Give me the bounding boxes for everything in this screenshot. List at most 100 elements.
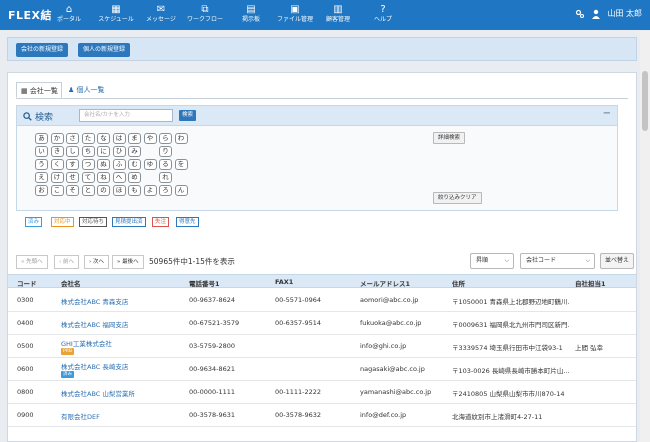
cell-name[interactable]: 株式会社ABC 山梨営業所 [61,388,135,398]
status-filter-tag[interactable]: 対応中 [51,217,74,227]
kana-filter-button[interactable]: え [35,172,48,183]
kana-filter-button[interactable]: あ [35,133,48,144]
kana-filter-button[interactable]: も [128,185,141,196]
kana-filter-button[interactable]: る [159,159,172,170]
kana-filter-button[interactable]: む [128,159,141,170]
order-select[interactable]: 昇順 ⌵ [470,253,514,269]
kana-filter-button[interactable]: り [159,146,172,157]
pager-prev[interactable]: ‹ 前へ [54,255,79,269]
collapse-icon[interactable]: − [603,108,611,119]
kana-filter-button[interactable]: せ [66,172,79,183]
kana-filter-button[interactable]: お [35,185,48,196]
kana-filter-button[interactable]: す [66,159,79,170]
table-row[interactable]: 0600 株式会社ABC 長崎支店 00-9634-8621 nagasaki@abc… [8,358,636,381]
person-icon: ♟ [68,86,75,94]
page-scrollbar[interactable] [640,31,650,442]
kana-filter-button[interactable]: れ [159,172,172,183]
nav-item-0[interactable]: ⌂ ポータル [46,3,92,23]
status-filter-tag[interactable]: 済み [25,217,43,227]
kana-filter-button[interactable]: の [97,185,110,196]
column-header[interactable]: 会社名 [61,278,81,288]
kana-filter-button[interactable]: ね [97,172,110,183]
kana-filter-button[interactable]: ん [174,185,188,196]
kana-filter-button[interactable]: つ [81,159,95,170]
nav-item-2[interactable]: ✉ メッセージ [138,3,184,23]
kana-filter-button[interactable]: ち [81,146,95,157]
kana-filter-button[interactable]: い [35,146,48,157]
nav-item-7[interactable]: ? ヘルプ [360,3,406,23]
nav-item-1[interactable]: ▦ スケジュール [93,3,139,23]
nav-item-4[interactable]: ▤ 掲示板 [228,3,274,23]
kana-filter-button[interactable]: か [50,133,64,144]
status-filter-tag[interactable]: 得意先 [176,217,199,227]
kana-filter-button[interactable]: こ [50,185,64,196]
column-header[interactable]: 自社担当1 [575,278,606,288]
status-filter-tag[interactable]: 対応待ち [79,217,108,227]
cell-name[interactable]: 株式会社ABC 福岡支店 [61,319,128,329]
nav-item-6[interactable]: ▥ 顧客管理 [315,3,361,23]
kana-filter-button[interactable]: よ [143,185,157,196]
sort-field-select[interactable]: 会社コード ⌵ [520,253,595,269]
nav-item-5[interactable]: ▣ ファイル管理 [272,3,318,23]
kana-filter-button[interactable]: た [81,133,95,144]
table-row[interactable]: 0500 GHI工業株式会社 03-5759-2800 info@ghi.co.jp 〒… [8,335,636,358]
search-input[interactable]: 会社名/カナを入力 [79,109,173,122]
kana-filter-button[interactable]: て [81,172,95,183]
kana-filter-button[interactable]: み [128,146,141,157]
column-header[interactable]: 住所 [452,278,465,288]
cell-name[interactable]: GHI工業株式会社 [61,338,112,348]
kana-filter-button[interactable]: と [81,185,95,196]
table-row[interactable]: 0800 株式会社ABC 山梨営業所 00-0000-1111 00-1111-222… [8,381,636,404]
search-button[interactable]: 検索 [179,110,197,121]
column-header[interactable]: FAX1 [275,278,293,286]
kana-filter-button[interactable]: さ [66,133,79,144]
column-header[interactable]: メールアドレス1 [360,278,410,288]
table-row[interactable]: 0300 株式会社ABC 青森支店 00-9637-8624 00-5571-0964… [8,289,636,312]
kana-filter-button[interactable]: ふ [112,159,126,170]
kana-filter-button[interactable]: へ [112,172,126,183]
kana-filter-button[interactable]: ゆ [143,159,157,170]
tab-company-list[interactable]: ▦ 会社一覧 [16,82,62,98]
kana-filter-button[interactable]: は [112,133,126,144]
cell-name[interactable]: 株式会社ABC 青森支店 [61,296,128,306]
user-name[interactable]: 山田 太郎 [607,8,642,19]
scrollbar-thumb[interactable] [642,71,648,131]
kana-filter-button[interactable]: く [50,159,64,170]
table-row[interactable]: 0900 有限会社DEF 00-3578-9631 00-3578-9632 info@… [8,404,636,427]
settings-icon[interactable] [575,9,585,19]
kana-filter-button[interactable]: き [50,146,64,157]
kana-filter-button[interactable]: な [97,133,110,144]
kana-filter-button[interactable]: め [128,172,141,183]
kana-filter-button[interactable]: に [97,146,110,157]
kana-filter-button[interactable]: け [50,172,64,183]
status-filter-tag[interactable]: 失注 [152,217,170,227]
kana-filter-button[interactable]: や [143,133,157,144]
pager-last[interactable]: » 最後へ [112,255,144,269]
kana-filter-button[interactable]: ら [159,133,172,144]
kana-filter-button[interactable]: ぬ [97,159,110,170]
pager-next[interactable]: › 次へ [84,255,109,269]
table-row[interactable]: 0400 株式会社ABC 福岡支店 00-67521-3579 00-6357-951… [8,312,636,335]
sort-button[interactable]: 並べ替え [600,253,635,269]
kana-filter-button[interactable]: ま [128,133,141,144]
kana-filter-button[interactable]: ほ [112,185,126,196]
register-person-button[interactable]: 個人の新規登録 [78,43,131,57]
pager-first[interactable]: « 先頭へ [16,255,48,269]
nav-item-3[interactable]: ⧉ ワークフロー [182,3,228,23]
kana-filter-button[interactable]: わ [174,133,188,144]
cell-name[interactable]: 有限会社DEF [61,411,100,421]
kana-filter-button[interactable]: ろ [159,185,172,196]
status-filter-tag[interactable]: 見積提出済 [112,217,146,227]
kana-filter-button[interactable]: し [66,146,79,157]
kana-filter-button[interactable]: ひ [112,146,126,157]
register-company-button[interactable]: 会社の新規登録 [16,43,69,57]
cell-name[interactable]: 株式会社ABC 長崎支店 [61,361,128,371]
clear-filter-button[interactable]: 絞り込みクリア [433,192,482,204]
kana-filter-button[interactable]: う [35,159,48,170]
advanced-search-button[interactable]: 詳細検索 [433,132,466,144]
kana-filter-button[interactable]: を [174,159,188,170]
kana-filter-button[interactable]: そ [66,185,79,196]
column-header[interactable]: コード [17,278,37,288]
tab-person-list[interactable]: ♟ 個人一覧 [64,82,110,98]
column-header[interactable]: 電話番号1 [189,278,220,288]
